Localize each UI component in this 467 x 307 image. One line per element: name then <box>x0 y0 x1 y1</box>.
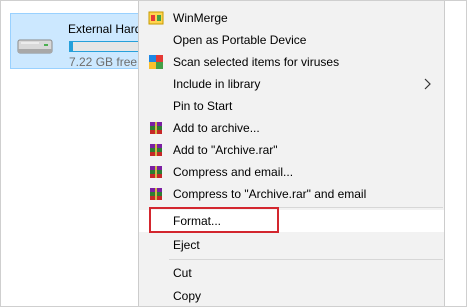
menu-item-copy[interactable]: Copy <box>139 285 444 306</box>
menu-item-label: Eject <box>173 238 200 252</box>
winrar-icon <box>150 122 162 134</box>
winmerge-icon <box>148 11 164 25</box>
winrar-icon <box>150 188 162 200</box>
menu-item-label: WinMerge <box>173 11 228 25</box>
menu-item-winmerge[interactable]: WinMerge <box>139 7 444 29</box>
context-menu: WinMerge Open as Portable Device Scan se… <box>138 1 445 306</box>
menu-item-cut[interactable]: Cut <box>139 262 444 284</box>
drive-icon <box>17 39 53 54</box>
winrar-icon <box>150 144 162 156</box>
antivirus-icon <box>149 55 163 69</box>
menu-item-compress-and-email[interactable]: Compress and email... <box>139 161 444 183</box>
chevron-right-icon <box>424 78 431 90</box>
drive-name: External Hard <box>68 22 142 36</box>
menu-item-label: Compress and email... <box>173 165 294 179</box>
menu-item-label: Pin to Start <box>173 99 233 113</box>
menu-item-include-in-library[interactable]: Include in library <box>139 73 444 95</box>
explorer-window: External Hard 7.22 GB free o WinMerge Op… <box>0 0 467 307</box>
drive-usage-fill <box>70 42 73 51</box>
menu-item-add-to-archive-rar[interactable]: Add to "Archive.rar" <box>139 139 444 161</box>
winrar-icon <box>150 166 162 178</box>
menu-item-label: Scan selected items for viruses <box>173 55 340 69</box>
menu-item-scan-for-viruses[interactable]: Scan selected items for viruses <box>139 51 444 73</box>
menu-item-label: Open as Portable Device <box>173 33 307 47</box>
menu-item-label: Add to "Archive.rar" <box>173 143 278 157</box>
menu-separator <box>169 259 443 260</box>
menu-item-add-to-archive[interactable]: Add to archive... <box>139 117 444 139</box>
menu-item-label: Add to archive... <box>173 121 260 135</box>
menu-item-label: Compress to "Archive.rar" and email <box>173 187 367 201</box>
menu-item-open-as-portable-device[interactable]: Open as Portable Device <box>139 29 444 51</box>
menu-item-compress-to-archive-rar-and-email[interactable]: Compress to "Archive.rar" and email <box>139 183 444 205</box>
menu-item-label: Cut <box>173 266 192 280</box>
menu-item-label: Copy <box>173 289 202 303</box>
drive-free-space: 7.22 GB free o <box>69 55 148 69</box>
menu-item-pin-to-start[interactable]: Pin to Start <box>139 95 444 117</box>
menu-item-label: Include in library <box>173 77 261 91</box>
menu-item-eject[interactable]: Eject <box>139 234 444 256</box>
format-highlight-box <box>149 207 279 233</box>
